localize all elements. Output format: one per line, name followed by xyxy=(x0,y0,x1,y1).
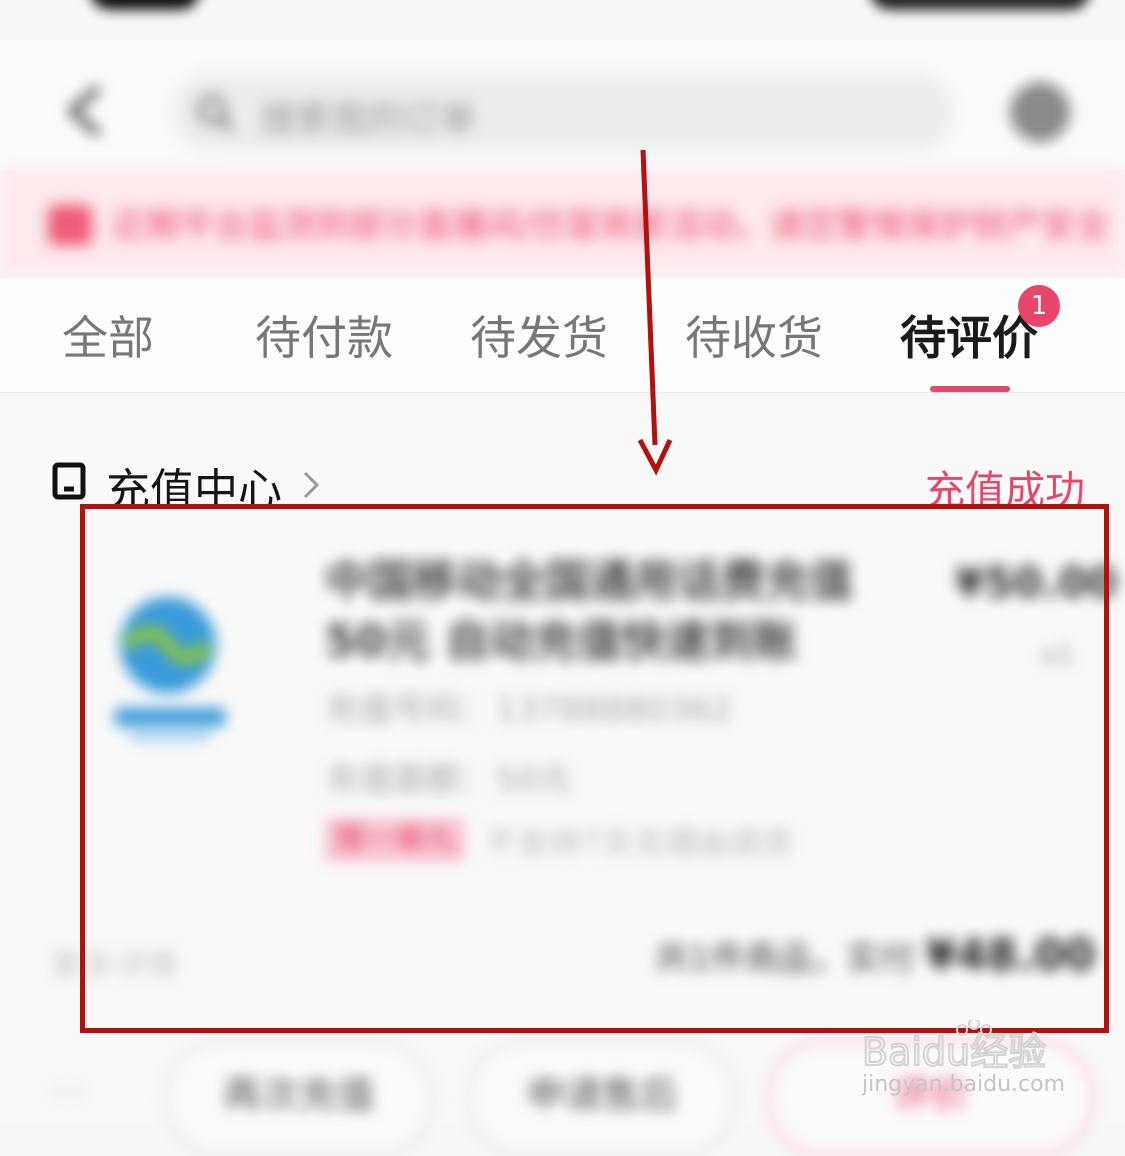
watermark-brand: Baidu经验 xyxy=(862,1030,1046,1074)
search-placeholder: 搜索我的订单 xyxy=(260,99,477,140)
more-actions-button[interactable]: ··· xyxy=(50,1070,88,1116)
status-bar-icons xyxy=(870,0,1090,10)
customer-service-icon[interactable] xyxy=(1010,82,1070,142)
status-bar-time xyxy=(90,0,200,10)
watermark-url: jingyan.baidu.com xyxy=(862,1072,1066,1097)
tab-pending-review[interactable]: 待评价 xyxy=(900,302,1038,368)
notice-icon xyxy=(48,205,92,245)
chevron-right-icon xyxy=(303,471,320,499)
tab-active-indicator xyxy=(930,386,1010,392)
tab-pending-receipt[interactable]: 待收货 xyxy=(685,302,823,368)
annotation-arrow-icon xyxy=(637,149,673,476)
tab-badge-count: 1 xyxy=(1018,285,1060,327)
tab-pending-shipment[interactable]: 待发货 xyxy=(470,302,608,368)
after-sale-button[interactable]: 申请售后 xyxy=(468,1040,736,1156)
tab-pending-payment[interactable]: 待付款 xyxy=(255,302,393,368)
recharge-again-button[interactable]: 再次充值 xyxy=(165,1040,433,1156)
tab-all[interactable]: 全部 xyxy=(62,302,154,368)
store-icon xyxy=(52,462,86,500)
search-icon xyxy=(197,95,234,132)
annotation-highlight-box xyxy=(80,504,1109,1033)
back-arrow-icon[interactable] xyxy=(62,86,106,136)
